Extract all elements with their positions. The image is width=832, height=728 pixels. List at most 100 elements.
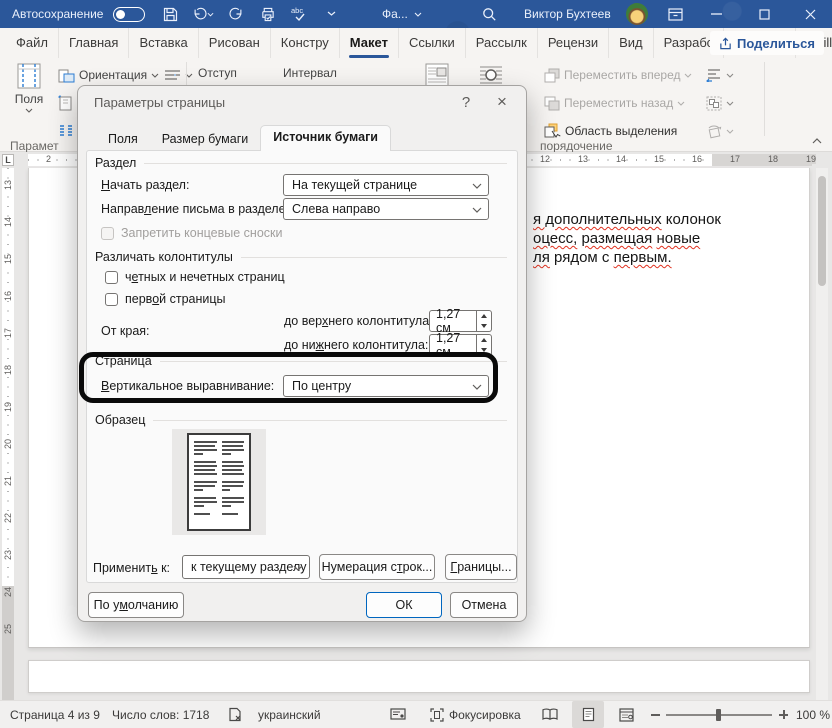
spinner-up-icon[interactable] — [477, 335, 491, 345]
zoom-out-button[interactable] — [648, 701, 662, 728]
print-preview-button[interactable] — [255, 0, 281, 28]
spinner-up-icon[interactable] — [477, 311, 491, 321]
apply-to-select[interactable]: к текущему разделу — [182, 555, 310, 579]
group-button[interactable] — [706, 92, 734, 114]
preview-backdrop — [172, 429, 266, 535]
cancel-button[interactable]: Отмена — [450, 592, 518, 618]
send-backward-icon — [544, 96, 560, 111]
ruler-number: 19 — [806, 154, 816, 164]
display-settings-icon — [390, 708, 406, 722]
web-layout-button[interactable] — [610, 701, 642, 728]
status-bar: Страница 4 из 9 Число слов: 1718 украинс… — [0, 700, 832, 728]
tab-mailings[interactable]: Рассылк — [465, 28, 537, 58]
maximize-button[interactable] — [744, 0, 784, 28]
tab-file[interactable]: Файл — [6, 28, 58, 58]
page-indicator[interactable]: Страница 4 из 9 — [10, 701, 100, 728]
tab-insert[interactable]: Вставка — [128, 28, 197, 58]
read-mode-button[interactable] — [534, 701, 566, 728]
account-avatar[interactable] — [622, 0, 652, 28]
maximize-icon — [759, 9, 770, 20]
document-text-segment: размещая — [581, 230, 652, 247]
orientation-button[interactable]: Ориентация — [58, 64, 159, 86]
print-layout-button[interactable] — [572, 701, 604, 728]
align-icon — [706, 68, 722, 82]
hyphenation-button[interactable] — [164, 64, 193, 86]
tab-draw[interactable]: Рисован — [198, 28, 270, 58]
minimize-button[interactable] — [696, 0, 736, 28]
zoom-level[interactable]: 100 % — [796, 701, 830, 728]
page-setup-dialog: Параметры страницы ? × Поля Размер бумаг… — [77, 85, 527, 622]
page-setup-group-label: Парамет — [10, 139, 59, 153]
document-title[interactable]: Фа... — [382, 0, 422, 28]
odd-even-checkbox[interactable]: четных и нечетных страниц — [105, 270, 285, 284]
set-default-button[interactable]: По умолчанию — [88, 592, 184, 618]
document-text-segment: рядом с — [550, 249, 614, 266]
tab-view[interactable]: Вид — [608, 28, 653, 58]
account-name[interactable]: Виктор Бухтеев — [524, 0, 611, 28]
header-distance-spinner[interactable]: 1,27 см — [429, 310, 492, 332]
vertical-ruler[interactable]: 13141516171819202122232425 — [2, 168, 14, 700]
dialog-tab-paper-source[interactable]: Источник бумаги — [260, 125, 391, 151]
first-page-checkbox[interactable]: первой страницы — [105, 292, 226, 306]
proofing-error-icon — [228, 707, 242, 722]
proofing-status-button[interactable] — [228, 701, 242, 728]
language-indicator[interactable]: украинский — [258, 701, 321, 728]
tab-home[interactable]: Главная — [58, 28, 128, 58]
preview-group-header: Образец — [95, 413, 507, 427]
focus-mode-button[interactable]: Фокусировка — [430, 701, 521, 728]
search-button[interactable] — [476, 0, 502, 28]
dialog-tab-margins[interactable]: Поля — [96, 128, 150, 151]
tab-design[interactable]: Констру — [270, 28, 339, 58]
ok-button[interactable]: ОК — [366, 592, 442, 618]
ribbon-separator — [764, 62, 765, 136]
footer-distance-label: до нижнего колонтитула: — [284, 338, 428, 352]
ruler-number: 2 — [46, 154, 51, 164]
more-commands-button[interactable] — [320, 0, 342, 28]
zoom-in-button[interactable] — [776, 701, 790, 728]
chevron-down-icon — [25, 108, 33, 113]
web-layout-icon — [619, 708, 634, 722]
vertical-scrollbar-thumb[interactable] — [818, 176, 826, 286]
ruler-number: 15 — [3, 254, 13, 264]
tab-layout[interactable]: Макет — [339, 28, 398, 58]
ribbon-display-options-button[interactable] — [660, 0, 690, 28]
ruler-number: 13 — [3, 180, 13, 190]
share-button[interactable]: Поделиться — [710, 31, 824, 55]
line-numbers-button[interactable]: Нумерация строк... — [319, 554, 435, 580]
dialog-tab-paper-size[interactable]: Размер бумаги — [150, 128, 261, 151]
tab-review[interactable]: Рецензи — [537, 28, 608, 58]
undo-button[interactable] — [189, 0, 217, 28]
spinner-down-icon[interactable] — [477, 321, 491, 331]
ruler-number: 16 — [692, 154, 702, 164]
chevron-down-icon — [472, 384, 482, 390]
display-settings-button[interactable] — [390, 701, 406, 728]
word-count[interactable]: Число слов: 1718 — [112, 701, 209, 728]
borders-button[interactable]: Границы... — [445, 554, 517, 580]
autosave-toggle[interactable] — [113, 0, 145, 28]
dialog-close-button[interactable]: × — [490, 91, 514, 113]
tab-references[interactable]: Ссылки — [398, 28, 465, 58]
vertical-alignment-select[interactable]: По центру — [283, 375, 489, 397]
tab-stop-selector[interactable]: L — [2, 154, 14, 166]
direction-select[interactable]: Слева направо — [283, 198, 489, 220]
close-button[interactable] — [790, 0, 830, 28]
chevron-down-icon — [472, 183, 482, 189]
redo-button[interactable] — [224, 0, 248, 28]
group-icon — [706, 96, 722, 111]
save-button[interactable] — [158, 0, 182, 28]
avatar — [626, 3, 648, 25]
ruler-number: 23 — [3, 550, 13, 560]
ruler-number: 12 — [540, 154, 550, 164]
spellcheck-button[interactable]: abc — [286, 0, 314, 28]
arrange-group-label: порядочение — [540, 139, 613, 153]
next-page-top[interactable] — [28, 660, 810, 693]
ruler-number: 21 — [3, 476, 13, 486]
ribbon-collapse-button[interactable] — [812, 138, 822, 144]
margins-button[interactable]: Поля — [6, 62, 52, 113]
zoom-slider[interactable] — [666, 701, 772, 728]
align-button[interactable] — [706, 64, 734, 86]
zoom-slider-thumb[interactable] — [716, 709, 721, 721]
footer-distance-spinner[interactable]: 1,27 см — [429, 334, 492, 356]
dialog-help-button[interactable]: ? — [454, 91, 478, 113]
start-section-select[interactable]: На текущей странице — [283, 174, 489, 196]
